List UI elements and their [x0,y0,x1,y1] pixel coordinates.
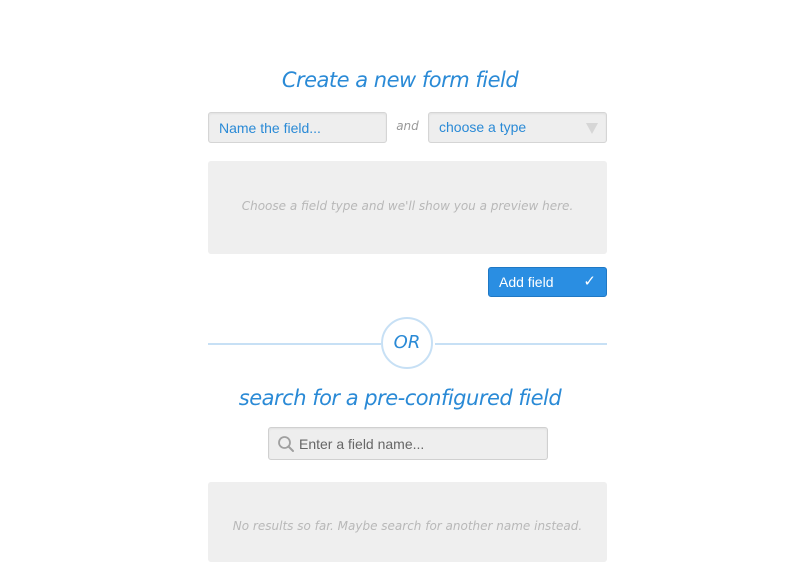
field-preview-box: Choose a field type and we'll show you a… [208,161,607,254]
search-input[interactable] [299,428,539,459]
field-type-select-value: choose a type [439,119,527,135]
field-type-select[interactable]: choose a type [428,112,607,143]
search-icon [278,436,294,452]
field-preview-text: Choose a field type and we'll show you a… [241,199,574,213]
field-name-input[interactable] [208,112,387,143]
add-field-button[interactable]: Add field ✓ [488,267,607,297]
divider-line-right [435,343,607,345]
dropdown-arrow-icon [586,123,598,134]
create-field-heading: Create a new form field [281,68,519,92]
search-results-text: No results so far. Maybe search for anot… [232,519,583,533]
search-results-box: No results so far. Maybe search for anot… [208,482,607,562]
search-heading: search for a pre-configured field [238,386,562,410]
and-label: and [396,119,419,133]
search-box[interactable] [268,427,548,460]
divider-line-left [208,343,381,345]
add-field-button-label: Add field [499,274,554,290]
checkmark-icon: ✓ [583,273,596,290]
or-label: OR [393,332,421,353]
or-circle: OR [381,317,433,369]
